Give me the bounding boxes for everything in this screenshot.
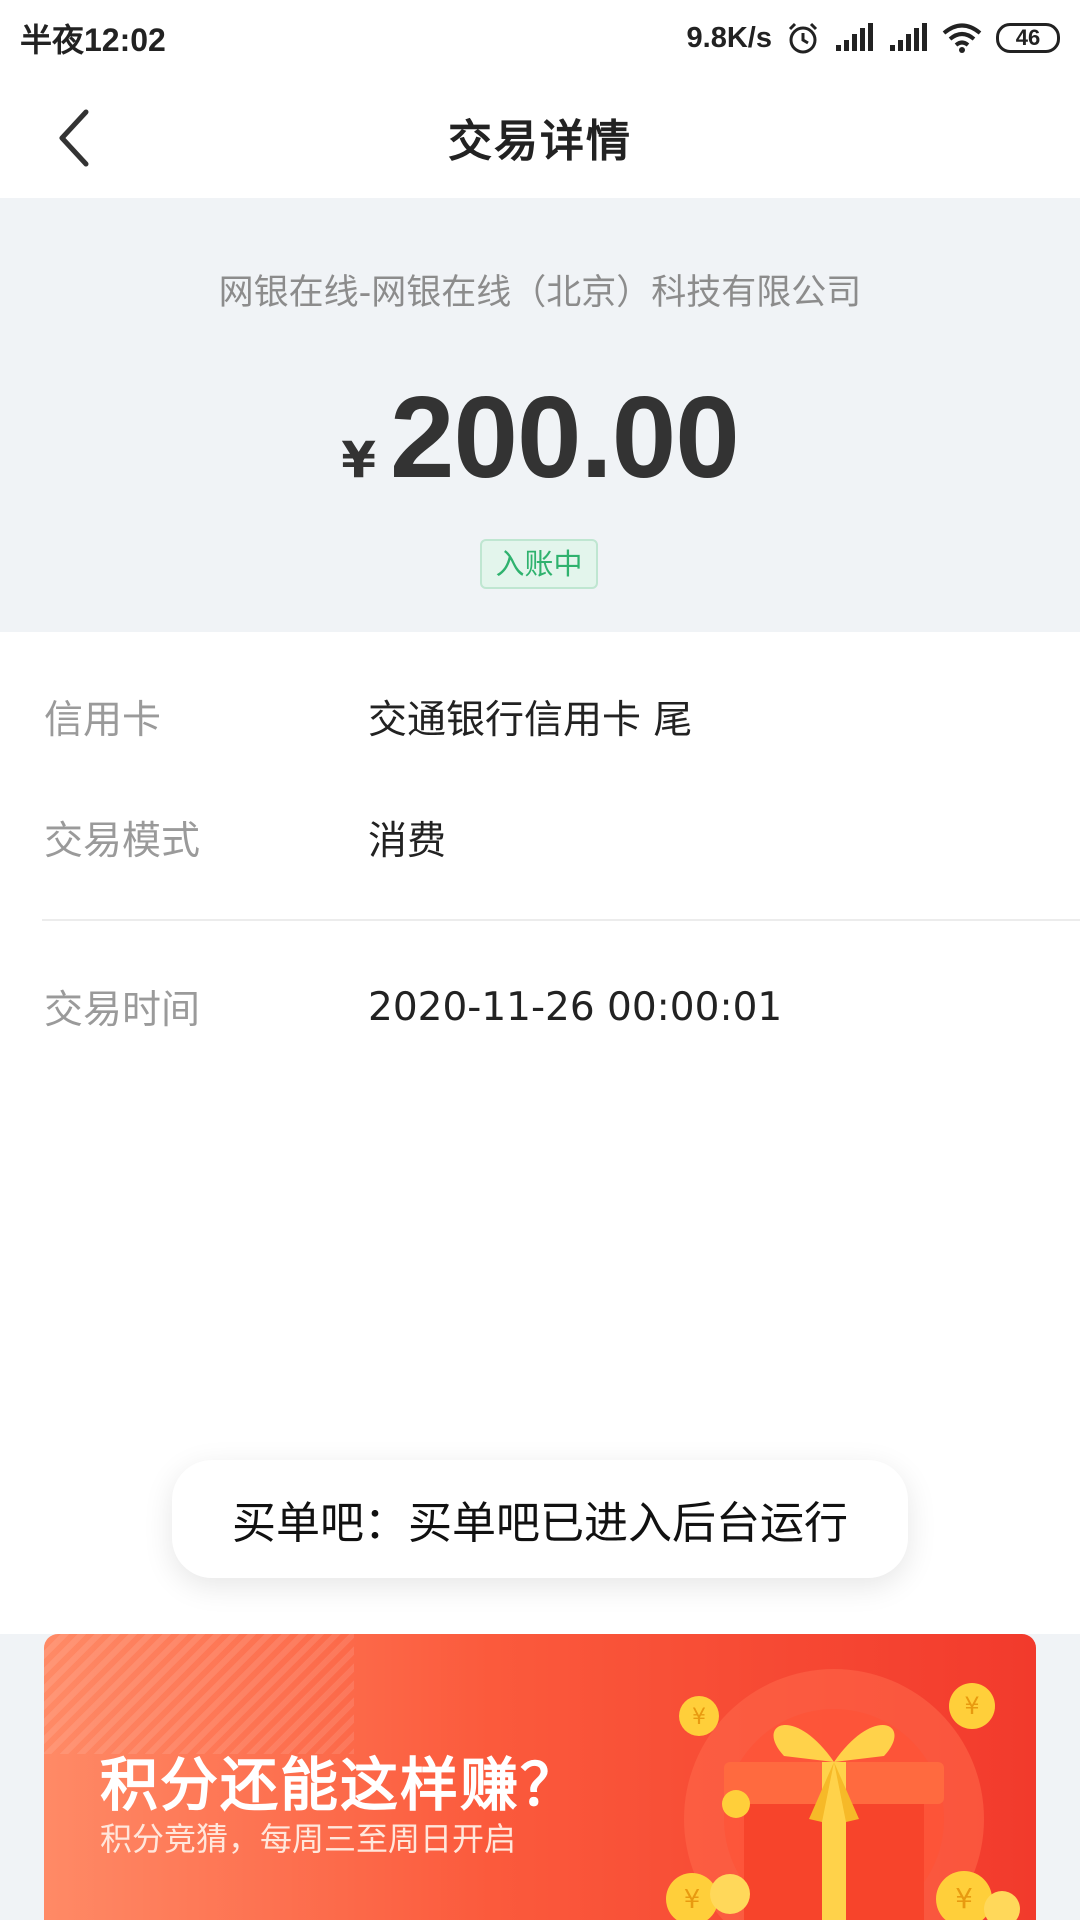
battery-icon: 46 <box>996 23 1060 53</box>
chevron-left-icon <box>59 109 89 167</box>
svg-text:¥: ¥ <box>684 1885 701 1915</box>
svg-text:¥: ¥ <box>692 1705 706 1730</box>
status-bar: 半夜12:02 9.8K/s 46 <box>0 0 1080 76</box>
signal-icon-2 <box>888 23 928 53</box>
currency-symbol: ¥ <box>341 431 376 489</box>
svg-text:¥: ¥ <box>955 1882 973 1915</box>
detail-row-card: 信用卡 交通银行信用卡 尾 <box>0 682 1080 752</box>
promo-title: 积分还能这样赚？ <box>100 1751 581 1819</box>
detail-value: 交通银行信用卡 尾 <box>368 698 693 743</box>
detail-label: 交易时间 <box>44 988 201 1033</box>
divider <box>42 919 1080 921</box>
gift-box-icon: ¥ ¥ ¥ ¥ <box>666 1669 1020 1920</box>
svg-text:¥: ¥ <box>964 1692 979 1720</box>
detail-label: 信用卡 <box>44 698 162 743</box>
merchant-name: 网银在线-网银在线（北京）科技有限公司 <box>218 273 862 313</box>
transaction-amount: 200.00 <box>390 372 740 502</box>
status-time: 半夜12:02 <box>20 22 166 58</box>
wifi-icon <box>942 22 982 54</box>
promo-subtitle: 积分竞猜，每周三至周日开启 <box>100 1820 517 1858</box>
signal-icon <box>834 23 874 53</box>
detail-row-mode: 交易模式 消费 <box>0 803 1080 873</box>
status-badge: 入账中 <box>480 539 598 589</box>
status-icons: 9.8K/s 46 <box>687 21 1060 55</box>
banner-decoration <box>44 1634 354 1754</box>
detail-value: 消费 <box>368 819 447 864</box>
alarm-icon <box>786 21 820 55</box>
detail-label: 交易模式 <box>44 819 201 864</box>
detail-value: 2020-11-26 00:00:01 <box>368 984 783 1030</box>
toast-notification: 买单吧：买单吧已进入后台运行 <box>172 1460 908 1578</box>
header: 交易详情 <box>0 76 1080 198</box>
detail-row-time: 交易时间 2020-11-26 00:00:01 <box>0 972 1080 1042</box>
promo-banner[interactable]: 积分还能这样赚？ 积分竞猜，每周三至周日开启 ¥ ¥ ¥ ¥ <box>44 1634 1036 1920</box>
network-speed: 9.8K/s <box>686 21 772 54</box>
transaction-summary: 网银在线-网银在线（北京）科技有限公司 ¥ 200.00 入账中 <box>0 198 1080 632</box>
back-button[interactable] <box>36 100 112 176</box>
amount-row: ¥ 200.00 <box>0 370 1080 504</box>
page-title: 交易详情 <box>448 116 632 167</box>
